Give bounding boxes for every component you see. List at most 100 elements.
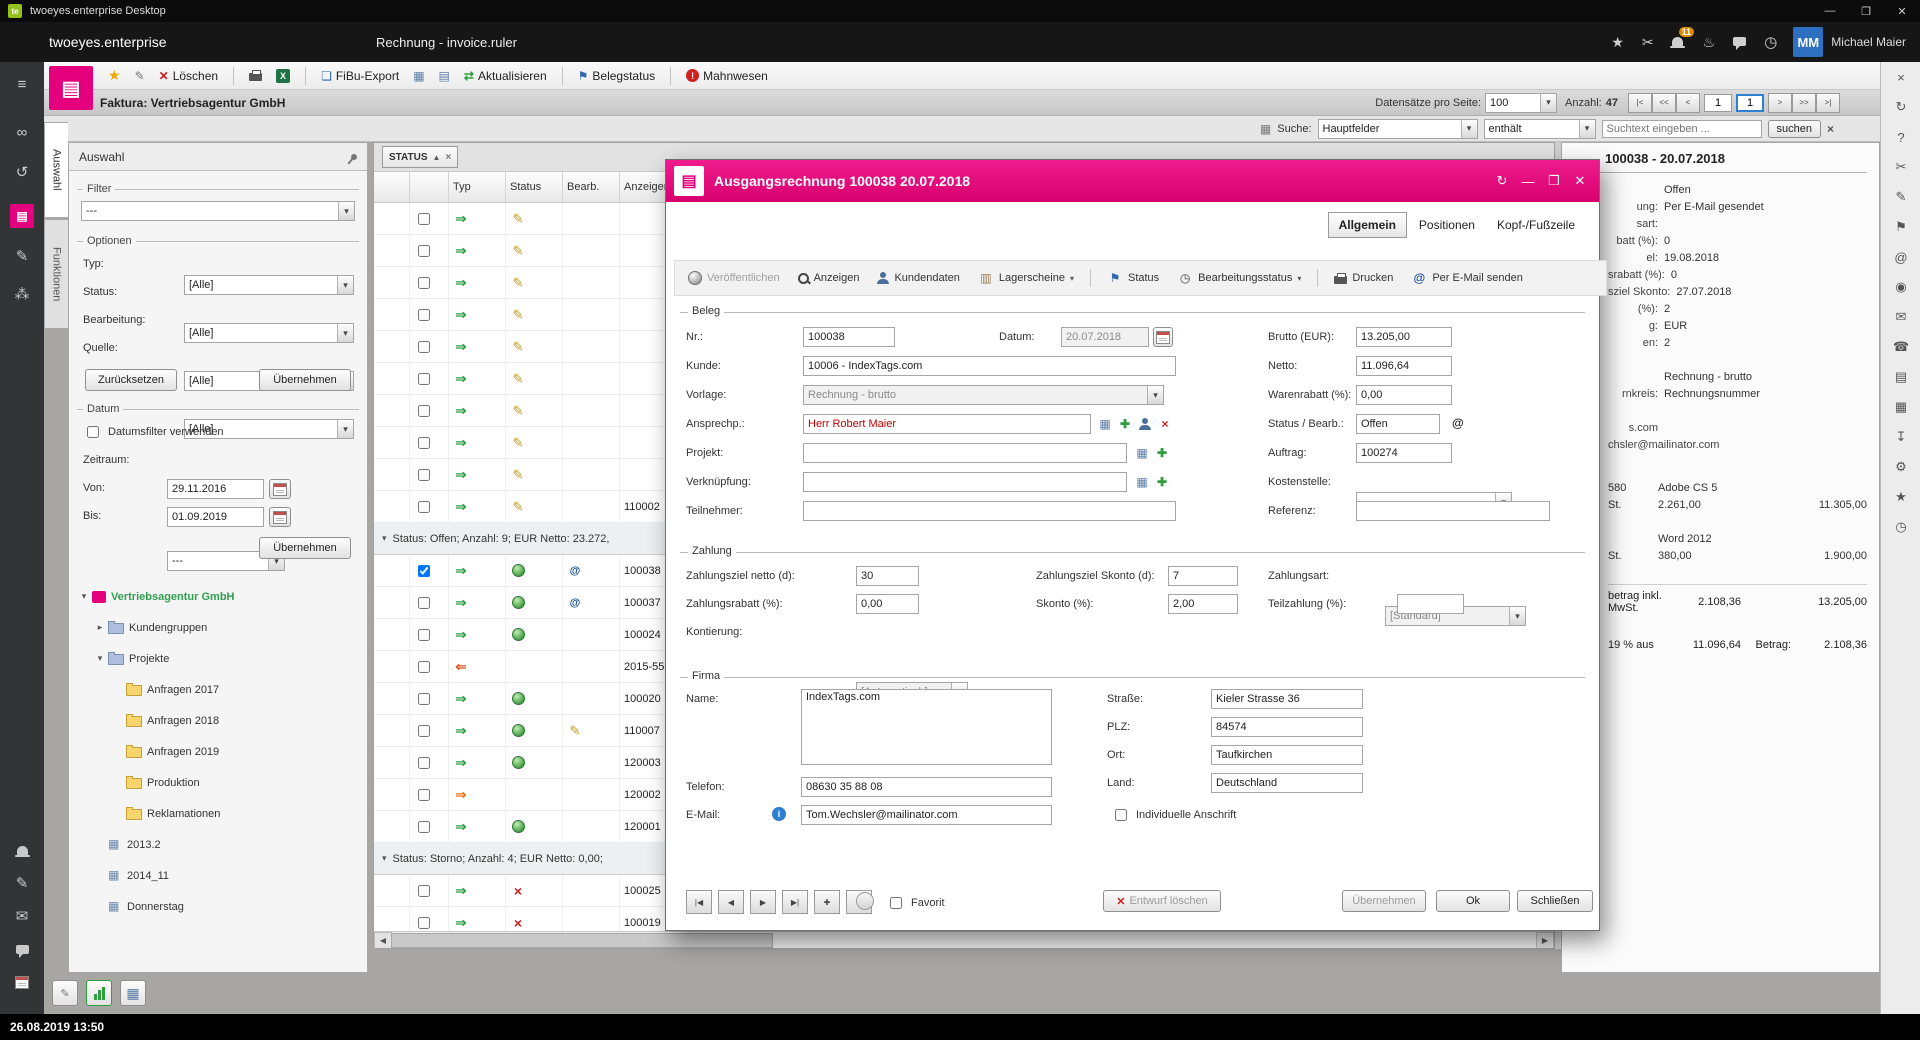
right-rail-icon[interactable]: @ (1881, 242, 1920, 272)
favorite-button[interactable]: ★ (104, 65, 125, 86)
right-rail-icon[interactable]: ☎ (1881, 332, 1920, 362)
refresh-button[interactable]: ⇄ Aktualisieren (460, 67, 551, 85)
pin-panel-icon[interactable] (349, 152, 359, 161)
expander-icon[interactable]: ▾ (77, 591, 91, 602)
fast-next-page-button[interactable]: >> (1792, 92, 1816, 113)
add-project-icon[interactable]: ✚ (1154, 445, 1170, 461)
tree-root-item[interactable]: ▾ Vertriebsagentur GmbH (77, 581, 361, 612)
apply-button[interactable]: Übernehmen (1342, 890, 1426, 912)
tree-item[interactable]: Reklamationen (77, 798, 361, 829)
dialog-close-icon[interactable]: ✕ (1567, 169, 1593, 193)
bis-calendar-button[interactable] (269, 507, 291, 527)
calculator-view-button[interactable]: ▦ (120, 980, 146, 1006)
typ-select[interactable]: [Alle] (184, 275, 354, 295)
show-button[interactable]: Anzeigen (791, 269, 867, 287)
record-nav-button[interactable]: ✚ (814, 890, 840, 914)
skonto-input[interactable] (1168, 594, 1238, 614)
right-rail-icon[interactable]: ★ (1881, 482, 1920, 512)
group-chip-status[interactable]: STATUS ▲ × (382, 146, 459, 168)
tree-item[interactable]: Anfragen 2018 (77, 705, 361, 736)
compose-icon[interactable]: ✎ (0, 869, 44, 897)
dialog-minimize-icon[interactable]: — (1515, 169, 1541, 193)
food-icon[interactable]: ♨ (1703, 34, 1716, 51)
customer-data-button[interactable]: Kundendaten (870, 269, 966, 287)
record-nav-button[interactable]: ▶ (750, 890, 776, 914)
notifications-bell-icon[interactable]: 11 (1669, 27, 1695, 49)
row-checkbox[interactable] (418, 404, 430, 417)
tree-item[interactable]: Produktion (77, 767, 361, 798)
horizontal-scrollbar[interactable]: ◀ ▶ (374, 931, 1554, 948)
row-checkbox[interactable] (418, 212, 430, 225)
delivery-notes-button[interactable]: ▥ Lagerscheine ▾ (971, 267, 1081, 289)
vorlage-select[interactable]: Rechnung - brutto (803, 385, 1164, 405)
zahlungsziel-skonto-input[interactable] (1168, 566, 1238, 586)
table-view-button[interactable]: ▦ (409, 67, 428, 85)
group-remove-icon[interactable]: × (445, 152, 451, 163)
referenz-input[interactable] (1356, 501, 1550, 521)
brutto-input[interactable] (1356, 327, 1452, 347)
tab-allgemein[interactable]: Allgemein (1327, 212, 1407, 238)
favorit-checkbox[interactable] (890, 897, 902, 909)
delete-button[interactable]: ✕ Löschen (155, 67, 222, 85)
row-checkbox[interactable] (418, 949, 430, 950)
right-rail-icon[interactable]: ✂ (1881, 152, 1920, 182)
notes-view-button[interactable]: ✎ (52, 980, 78, 1006)
ant-icon[interactable]: ⁂ (0, 280, 44, 308)
faktura-rail-icon[interactable]: ▤ (0, 202, 44, 230)
window-minimize-button[interactable]: — (1812, 0, 1848, 22)
processing-status-button[interactable]: ◷ Bearbeitungsstatus ▾ (1170, 267, 1308, 289)
tools-icon[interactable]: ✂ (1642, 34, 1654, 51)
delete-draft-button[interactable]: ✕ Entwurf löschen (1103, 890, 1221, 912)
right-rail-icon[interactable]: ? (1881, 122, 1920, 152)
record-nav-button[interactable]: ▶| (782, 890, 808, 914)
current-page-display[interactable] (1704, 93, 1732, 112)
row-checkbox[interactable] (418, 820, 430, 833)
pin-icon[interactable]: ★ (1611, 34, 1624, 51)
add-link-icon[interactable]: ✚ (1154, 474, 1170, 490)
send-email-button[interactable]: @ Per E-Mail senden (1404, 267, 1530, 289)
rail-chat-icon[interactable] (0, 935, 44, 963)
search-clear-icon[interactable]: × (1827, 122, 1834, 136)
ort-input[interactable] (1211, 745, 1363, 765)
window-maximize-button[interactable]: ❐ (1848, 0, 1884, 22)
excel-export-button[interactable]: X (272, 67, 294, 85)
date-filter-checkbox[interactable] (87, 426, 99, 438)
print-button[interactable] (245, 68, 266, 83)
datum-calendar-button[interactable] (1153, 327, 1173, 347)
dialog-refresh-icon[interactable]: ↻ (1489, 169, 1515, 193)
projekt-input[interactable] (803, 443, 1127, 463)
scroll-right-arrow[interactable]: ▶ (1536, 932, 1554, 948)
von-input[interactable] (167, 479, 264, 499)
row-checkbox[interactable] (418, 724, 430, 737)
tree-item[interactable]: Anfragen 2019 (77, 736, 361, 767)
right-rail-icon[interactable]: × (1881, 62, 1920, 92)
search-button[interactable]: suchen (1767, 119, 1821, 138)
info-icon[interactable]: i (772, 807, 786, 821)
status-select[interactable]: [Alle] (184, 323, 354, 343)
telefon-input[interactable] (801, 777, 1052, 797)
last-page-button[interactable]: >| (1816, 92, 1840, 113)
sort-asc-icon[interactable]: ▲ (433, 153, 441, 162)
table-view-alt-button[interactable]: ▤ (435, 67, 454, 85)
record-nav-button[interactable]: |◀ (686, 890, 712, 914)
row-checkbox[interactable] (418, 564, 430, 577)
row-checkbox[interactable] (418, 756, 430, 769)
mahnwesen-button[interactable]: ! Mahnwesen (682, 67, 772, 85)
close-button[interactable]: Schließen (1517, 890, 1593, 912)
notes-icon[interactable]: ✎ (0, 242, 44, 270)
row-checkbox[interactable] (418, 276, 430, 289)
expander-icon[interactable]: ▸ (93, 622, 107, 633)
row-checkbox[interactable] (418, 628, 430, 641)
menu-icon[interactable]: ≡ (0, 70, 44, 98)
ansprech-input[interactable] (803, 414, 1091, 434)
row-checkbox[interactable] (418, 788, 430, 801)
row-checkbox[interactable] (418, 660, 430, 673)
verknuepfung-input[interactable] (803, 472, 1127, 492)
remove-contact-icon[interactable]: × (1157, 416, 1173, 432)
right-rail-icon[interactable]: ↧ (1881, 422, 1920, 452)
right-rail-icon[interactable]: ◷ (1881, 512, 1920, 542)
prev-page-button[interactable]: < (1676, 92, 1700, 113)
search-grid-icon[interactable]: ▦ (1260, 122, 1271, 136)
scroll-left-arrow[interactable]: ◀ (374, 932, 392, 948)
dialog-maximize-icon[interactable]: ❐ (1541, 169, 1567, 193)
